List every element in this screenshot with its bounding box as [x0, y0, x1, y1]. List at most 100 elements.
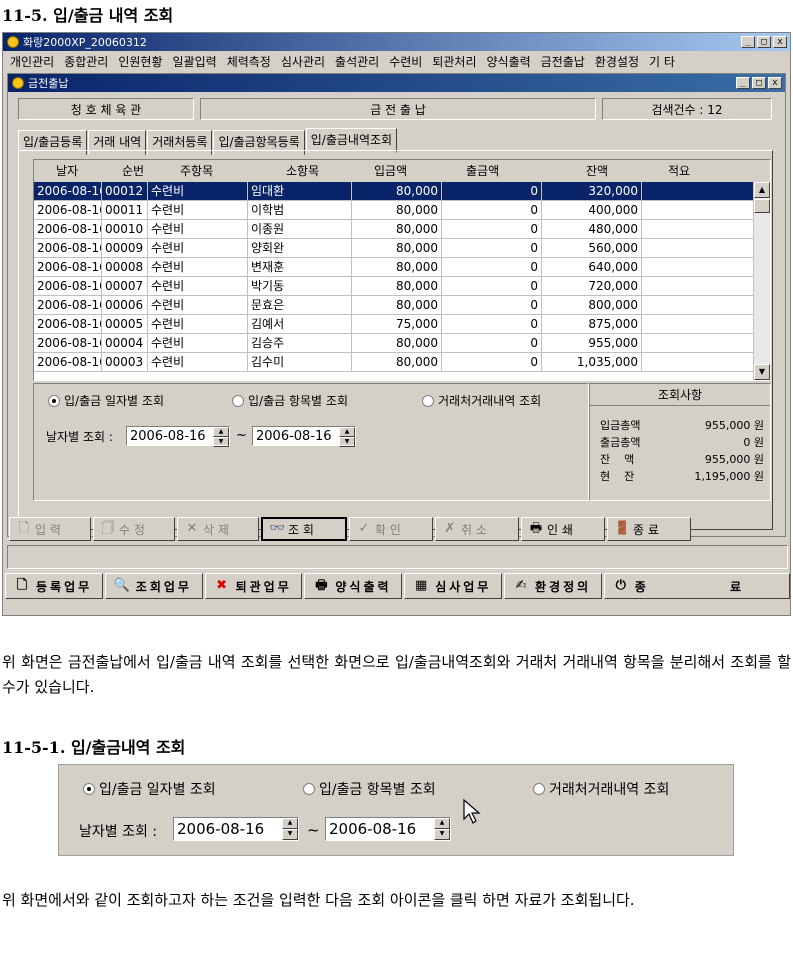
table-cell: 00003: [102, 353, 148, 371]
table-cell: 955,000: [542, 334, 642, 352]
status-bar: [7, 545, 788, 569]
quit-button[interactable]: ⏻ 종 료: [603, 573, 791, 599]
table-row[interactable]: 2006-08-16 00008 수련비 변재훈 80,000 0 640,000: [34, 258, 754, 277]
delete-button[interactable]: ✕ 삭 제: [177, 517, 259, 541]
table-row[interactable]: 2006-08-16 00004 수련비 김승주 80,000 0 955,000: [34, 334, 754, 353]
close-icon[interactable]: x: [773, 36, 787, 48]
radio-by-date[interactable]: 입/출금 일자별 조회: [83, 779, 216, 799]
radio-by-vendor[interactable]: 거래처거래내역 조회: [533, 779, 669, 799]
table-row[interactable]: 2006-08-16 00006 수련비 문효은 80,000 0 800,000: [34, 296, 754, 315]
table-cell: 1,035,000: [542, 353, 642, 371]
withdraw-task-button[interactable]: ✖ 퇴관업무: [204, 573, 303, 599]
date-to-spinner[interactable]: ▲ ▼: [434, 818, 450, 840]
menu-item[interactable]: 개인관리: [5, 53, 59, 70]
menu-item[interactable]: 일괄입력: [168, 53, 222, 70]
table-cell: 수련비: [148, 182, 248, 200]
summary-value: 1,195,000 원: [694, 469, 764, 483]
date-from-input[interactable]: 2006-08-16 ▲ ▼: [126, 426, 230, 447]
form-print-button[interactable]: 🖶 양식출력: [304, 573, 403, 599]
exit-button[interactable]: 🚪 종 료: [607, 517, 691, 541]
table-cell: [642, 296, 754, 314]
date-to-input[interactable]: 2006-08-16 ▲ ▼: [325, 817, 451, 841]
settings-button[interactable]: ✍ 환경정의: [503, 573, 602, 599]
app-titlebar: 화랑2000XP_20060312 _ □ x: [3, 33, 790, 51]
register-task-button[interactable]: 🗋 등록업무: [5, 573, 103, 599]
menu-item[interactable]: 종합관리: [59, 53, 113, 70]
table-cell: 0: [442, 334, 542, 352]
delete-x-icon: ✕: [186, 521, 198, 536]
search-button[interactable]: 👓 조 회: [261, 517, 347, 541]
menu-item[interactable]: 인원현황: [113, 53, 167, 70]
maximize-icon[interactable]: □: [757, 36, 771, 48]
radio-by-item[interactable]: 입/출금 항목별 조회: [303, 779, 436, 799]
input-button[interactable]: 🗋 입 력: [9, 517, 91, 541]
cancel-x-icon: ✗: [444, 521, 456, 536]
table-cell: 00010: [102, 220, 148, 238]
menu-item[interactable]: 금전출납: [536, 53, 590, 70]
edit-button[interactable]: 🗍 수 정: [93, 517, 175, 541]
exam-task-button[interactable]: ▦ 심사업무: [404, 573, 502, 599]
date-from-spinner[interactable]: ▲ ▼: [213, 427, 229, 447]
table-row[interactable]: 2006-08-16 00012 수련비 임대환 80,000 0 320,000: [34, 182, 754, 201]
table-cell: 80,000: [352, 182, 442, 200]
col-header: 적요: [668, 164, 691, 178]
date-from-input[interactable]: 2006-08-16 ▲ ▼: [173, 817, 299, 841]
scroll-up-icon[interactable]: ▲: [754, 182, 770, 198]
button-label: 삭 제: [203, 522, 229, 537]
table-cell: 80,000: [352, 239, 442, 257]
table-row[interactable]: 2006-08-16 00003 수련비 김수미 80,000 0 1,035,000: [34, 353, 754, 372]
menu-item[interactable]: 기 타: [644, 53, 680, 70]
menu-item[interactable]: 환경설정: [590, 53, 644, 70]
search-task-button[interactable]: 🔍 조회업무: [104, 573, 203, 599]
menu-item[interactable]: 양식출력: [482, 53, 536, 70]
cancel-button[interactable]: ✗ 취 소: [435, 517, 519, 541]
menu-item[interactable]: 수련비: [384, 53, 427, 70]
button-label: 환경정의: [534, 579, 592, 594]
table-cell: 문효은: [248, 296, 352, 314]
vertical-scrollbar[interactable]: ▲ ▼: [753, 182, 770, 380]
date-from-spinner[interactable]: ▲ ▼: [282, 818, 298, 840]
radio-label: 입/출금 일자별 조회: [99, 782, 216, 798]
table-cell: 박기동: [248, 277, 352, 295]
menu-item[interactable]: 심사관리: [276, 53, 330, 70]
date-to-spinner[interactable]: ▲ ▼: [339, 427, 355, 447]
menu-item[interactable]: 퇴관처리: [427, 53, 481, 70]
close-icon[interactable]: x: [768, 77, 782, 89]
button-label: 인 쇄: [547, 522, 573, 537]
scroll-down-icon[interactable]: ▼: [754, 364, 770, 380]
action-toolbar: 🗋 입 력 🗍 수 정 ✕ 삭 제 👓 조 회 ✓ 확 인 ✗ 취 소 🖶 인 쇄 🚪 종 료: [9, 515, 786, 543]
summary-value: 0 원: [743, 435, 764, 449]
table-cell: 수련비: [148, 220, 248, 238]
col-header: 출금액: [466, 164, 500, 178]
scroll-thumb[interactable]: [754, 199, 770, 213]
table-row[interactable]: 2006-08-16 00011 수련비 이학범 80,000 0 400,000: [34, 201, 754, 220]
radio-label: 거래처거래내역 조회: [438, 394, 542, 408]
menu-item[interactable]: 출석관리: [330, 53, 384, 70]
table-cell: 00009: [102, 239, 148, 257]
table-cell: 수련비: [148, 277, 248, 295]
button-label: 양식출력: [335, 579, 392, 594]
radio-by-item[interactable]: 입/출금 항목별 조회: [232, 392, 348, 409]
calculator-icon: ▦: [415, 578, 428, 593]
maximize-icon[interactable]: □: [752, 77, 766, 89]
date-to-input[interactable]: 2006-08-16 ▲ ▼: [252, 426, 356, 447]
new-doc-icon: 🗋: [18, 521, 30, 536]
confirm-button[interactable]: ✓ 확 인: [349, 517, 433, 541]
button-label: 조 회: [288, 522, 314, 537]
menu-item[interactable]: 체력측정: [222, 53, 276, 70]
table-cell: 80,000: [352, 353, 442, 371]
radio-by-date[interactable]: 입/출금 일자별 조회: [48, 392, 164, 409]
table-row[interactable]: 2006-08-16 00005 수련비 김예서 75,000 0 875,000: [34, 315, 754, 334]
table-cell: 560,000: [542, 239, 642, 257]
print-button[interactable]: 🖶 인 쇄: [521, 517, 605, 541]
table-row[interactable]: 2006-08-16 00010 수련비 이종원 80,000 0 480,000: [34, 220, 754, 239]
radio-by-vendor[interactable]: 거래처거래내역 조회: [422, 392, 541, 409]
minimize-icon[interactable]: _: [736, 77, 750, 89]
col-header: 주항목: [180, 164, 214, 178]
summary-label: 출금총액: [600, 435, 641, 449]
table-row[interactable]: 2006-08-16 00009 수련비 양회완 80,000 0 560,000: [34, 239, 754, 258]
minimize-icon[interactable]: _: [741, 36, 755, 48]
table-row[interactable]: 2006-08-16 00007 수련비 박기동 80,000 0 720,000: [34, 277, 754, 296]
button-label: 등록업무: [36, 579, 93, 594]
radio-label: 입/출금 항목별 조회: [319, 782, 436, 798]
